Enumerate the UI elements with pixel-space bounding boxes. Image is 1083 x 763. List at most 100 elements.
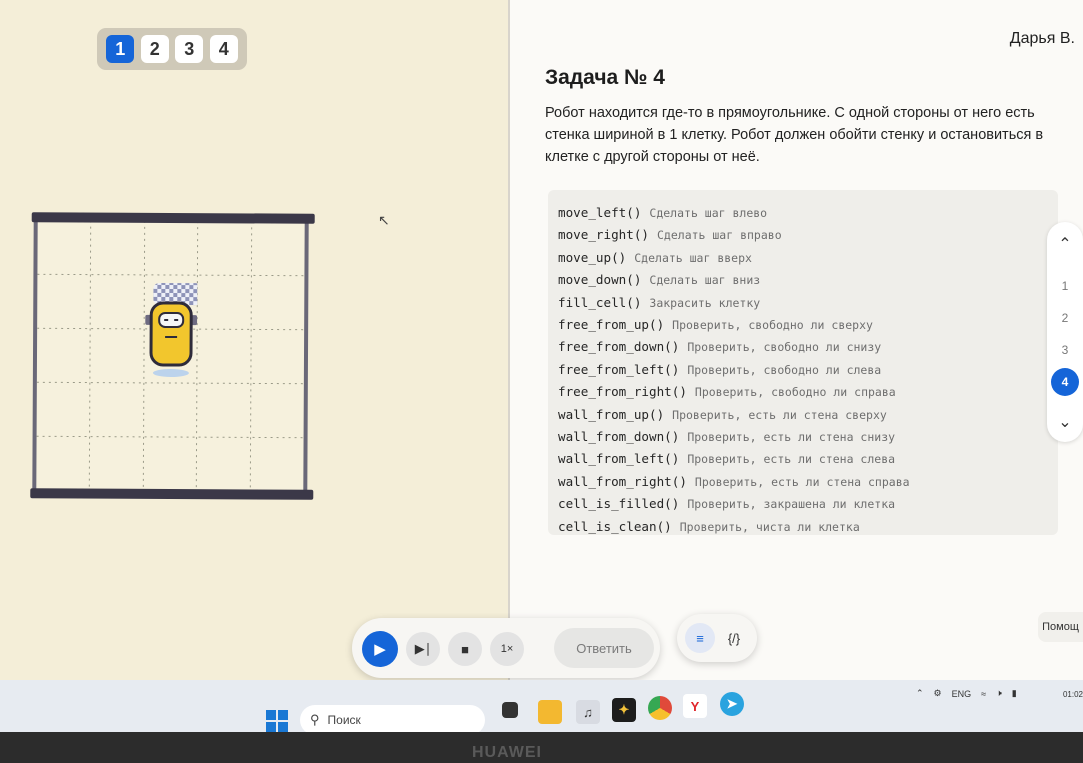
command-name: free_from_left() [558,361,680,377]
command-line: fill_cell() Закрасить клетку [558,292,1048,314]
command-name: free_from_right() [558,384,687,400]
step-icon: ▶∣ [414,641,432,656]
commands-reference: move_left() Сделать шаг влево move_right(… [548,190,1058,535]
view-toggle: ≡ {/} [677,614,757,662]
command-line: move_up() Сделать шаг вверх [558,247,1048,269]
command-name: move_up() [558,249,627,265]
nav-task-2[interactable]: 2 [1051,304,1079,332]
speed-button[interactable]: 1× [490,632,524,666]
volume-icon[interactable]: 🕨 [996,688,1002,699]
command-desc: Проверить, есть ли стена сверху [672,407,887,422]
command-name: cell_is_filled() [558,496,680,512]
command-desc: Сделать шаг вправо [657,228,782,243]
taskbar: ⚲ Поиск ♫ ✦ Y ➤ ⌃ ⚙ ENG ≈ 🕨 ▮ 01:02 [0,680,1083,735]
task-navigator: ⌃ 1 2 3 4 ⌄ [1047,222,1083,442]
task-description: Робот находится где-то в прямоугольнике.… [545,105,1044,165]
command-line: cell_is_clean() Проверить, чиста ли клетк… [558,516,1048,538]
command-desc: Проверить, есть ли стена справа [694,474,910,489]
chrome-icon[interactable] [648,696,672,720]
command-line: wall_from_up() Проверить, есть ли стена с… [558,404,1048,426]
command-desc: Сделать шаг влево [649,206,768,220]
yandex-browser-icon[interactable]: Y [683,694,707,718]
mouse-cursor-icon: ↖ [378,212,390,228]
command-name: wall_from_down() [558,429,680,445]
nav-task-1[interactable]: 1 [1051,272,1079,300]
system-tray: ⌃ ⚙ ENG ≈ 🕨 ▮ [916,688,1017,699]
command-desc: Проверить, свободно ли снизу [687,340,882,355]
command-name: free_from_up() [558,317,665,333]
step-button[interactable]: ▶∣ [406,632,440,666]
command-line: free_from_right() Проверить, свободно ли … [558,381,1048,403]
brand-logo: HUAWEI [472,744,542,761]
command-line: wall_from_left() Проверить, есть ли стена… [558,448,1048,470]
robot-field [30,212,315,500]
clock[interactable]: 01:02 [1063,690,1083,699]
robot-icon [145,282,198,378]
task-tab-3[interactable]: 3 [175,35,204,63]
code-view-icon[interactable]: {/} [719,623,749,653]
stop-icon: ■ [461,641,469,657]
command-name: move_right() [558,227,649,243]
wall-top [31,212,315,224]
command-name: fill_cell() [558,294,642,310]
field-pane: 1 2 3 4 ↖ [0,0,508,700]
command-desc: Сделать шаг вниз [649,273,761,288]
command-name: move_down() [558,272,642,288]
photo-app-icon[interactable]: ✦ [612,698,636,722]
command-name: cell_is_clean() [558,518,672,534]
search-placeholder: Поиск [327,713,361,727]
task-tab-4[interactable]: 4 [209,35,238,63]
command-line: move_right() Сделать шаг вправо [558,224,1048,246]
task-title: Задача № 4 [545,66,665,89]
wall-bottom [30,488,314,500]
tray-app-icon[interactable]: ⚙ [934,688,942,699]
language-indicator[interactable]: ENG [952,689,972,699]
command-line: wall_from_down() Проверить, есть ли стена… [558,426,1048,448]
command-line: wall_from_right() Проверить, есть ли стен… [558,471,1048,493]
command-desc: Проверить, свободно ли слева [687,362,882,377]
taskbar-search[interactable]: ⚲ Поиск [300,705,485,735]
command-desc: Проверить, есть ли стена снизу [687,430,896,445]
nav-task-4[interactable]: 4 [1051,368,1079,396]
battery-icon[interactable]: ▮ [1012,688,1017,699]
nav-down-icon[interactable]: ⌄ [1051,408,1079,436]
windows-start-icon[interactable] [266,710,288,732]
tray-chevron-icon[interactable]: ⌃ [916,688,924,699]
play-button[interactable]: ▶ [362,631,398,667]
user-name[interactable]: Дарья В. [1010,30,1075,48]
text-view-icon[interactable]: ≡ [685,623,715,653]
command-desc: Проверить, свободно ли справа [694,385,896,400]
command-line: free_from_up() Проверить, свободно ли све… [558,314,1048,336]
command-desc: Проверить, закрашена ли клетка [687,497,896,512]
command-line: move_down() Сделать шаг вниз [558,269,1048,291]
file-explorer-icon[interactable] [538,700,562,724]
command-name: wall_from_left() [558,451,680,467]
command-desc: Проверить, чиста ли клетка [679,519,860,534]
help-button[interactable]: Помощ [1038,612,1083,642]
play-icon: ▶ [374,641,386,658]
app-icon[interactable]: ♫ [576,700,600,724]
command-name: move_left() [558,205,642,220]
command-name: wall_from_right() [558,473,687,489]
task-tab-1[interactable]: 1 [106,35,135,63]
telegram-icon[interactable]: ➤ [720,692,744,716]
command-line: free_from_left() Проверить, свободно ли с… [558,359,1048,381]
command-name: free_from_down() [558,339,680,355]
command-name: wall_from_up() [558,406,665,422]
command-line: free_from_down() Проверить, свободно ли с… [558,336,1048,358]
command-desc: Сделать шаг вверх [634,250,752,265]
search-icon: ⚲ [310,712,320,727]
nav-up-icon[interactable]: ⌃ [1051,230,1079,258]
answer-button[interactable]: Ответить [554,628,654,668]
stop-button[interactable]: ■ [448,632,482,666]
wifi-icon[interactable]: ≈ [981,689,986,699]
run-controls: ▶ ▶∣ ■ 1× Ответить [352,618,660,678]
task-view-icon[interactable] [502,702,518,718]
nav-task-3[interactable]: 3 [1051,336,1079,364]
command-line: move_left() Сделать шаг влево [558,202,1048,224]
command-desc: Проверить, свободно ли сверху [672,318,873,333]
task-tabs: 1 2 3 4 [97,28,247,70]
task-tab-2[interactable]: 2 [140,35,169,63]
task-pane: Дарья В. Задача № 4 Робот находится где-… [508,0,1083,700]
command-desc: Проверить, есть ли стена слева [687,452,896,467]
